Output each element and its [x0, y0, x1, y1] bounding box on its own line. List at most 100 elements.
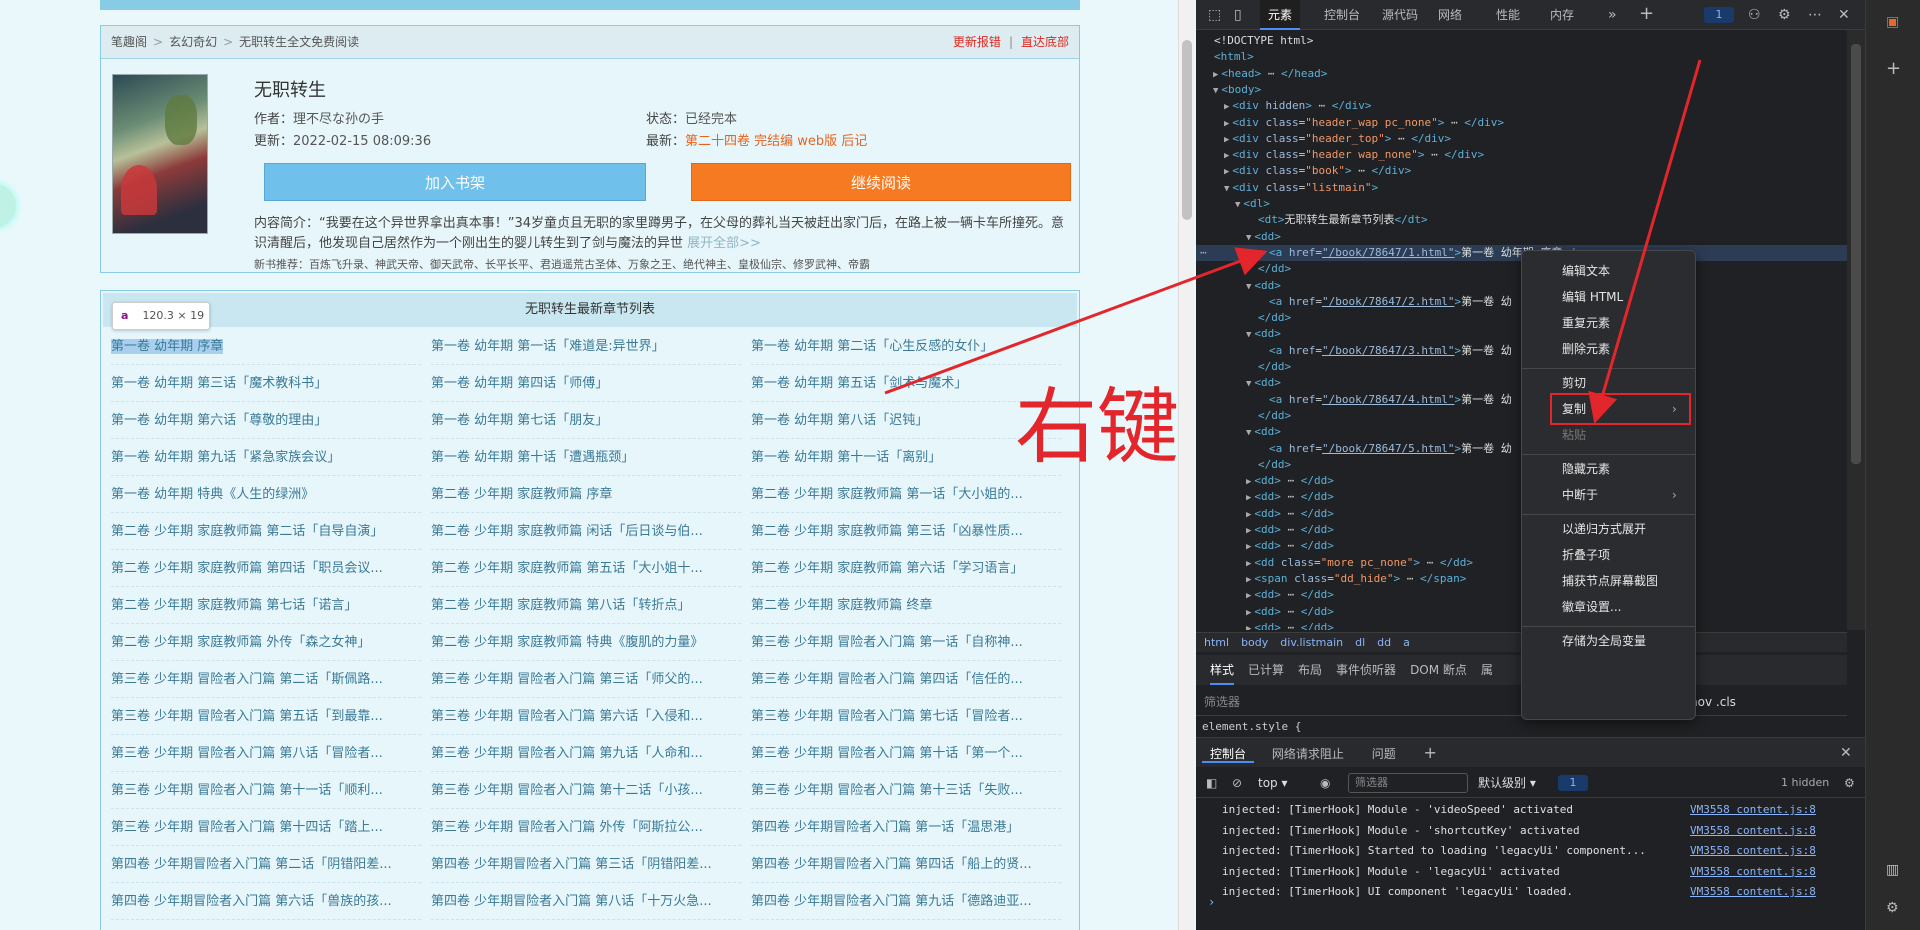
chapter-link[interactable]: 第四卷 少年期冒险者入门篇 第六话「兽族的孩...	[111, 883, 421, 920]
issues-badge[interactable]: 1	[1704, 7, 1734, 23]
chapter-link[interactable]: 第二卷 少年期 家庭教师篇 序章	[431, 476, 741, 513]
page-scrollbar[interactable]	[1178, 0, 1194, 930]
tab-console[interactable]: 控制台	[1324, 0, 1360, 30]
chapter-link[interactable]: 第二卷 少年期 家庭教师篇 第八话「转折点」	[431, 587, 741, 624]
inspect-element-icon[interactable]: ⬚	[1208, 7, 1221, 23]
chapter-link[interactable]: 第一卷 幼年期 第三话「魔术教科书」	[111, 365, 421, 402]
dom-node[interactable]: ▶ <div class="book"> ⋯ </div>	[1224, 163, 1411, 179]
context-menu-item[interactable]: 折叠子项	[1562, 545, 1610, 565]
dom-node[interactable]: ▼ <body>	[1213, 82, 1261, 98]
dom-node[interactable]: ▼ <div class="listmain">	[1224, 180, 1378, 196]
console-source-link[interactable]: VM3558 content.js:8	[1690, 862, 1816, 882]
expand-toggle-icon[interactable]: ▶	[1246, 624, 1251, 630]
sidebar-settings-icon[interactable]: ⚙	[1886, 900, 1899, 916]
dom-node[interactable]: ▶ <dd class="more pc_none"> ⋯ </dd>	[1246, 555, 1473, 571]
dom-node[interactable]: </dd>	[1258, 408, 1291, 424]
styles-tab[interactable]: DOM 断点	[1410, 663, 1467, 677]
context-select[interactable]: top ▾	[1258, 768, 1288, 798]
more-options-icon[interactable]: ⋯	[1808, 7, 1822, 23]
dom-node[interactable]: ▶ <dd> ⋯ </dd>	[1246, 620, 1334, 630]
chapter-link[interactable]: 第二卷 少年期 家庭教师篇 第二话「自导自演」	[111, 513, 421, 550]
chapter-link[interactable]: 第四卷 少年期冒险者入门篇 第九话「德路迪亚...	[751, 883, 1061, 920]
context-menu-item[interactable]: 存储为全局变量	[1562, 631, 1646, 651]
expand-toggle-icon[interactable]: ▼	[1224, 184, 1229, 194]
chapter-link[interactable]: 第一卷 幼年期 第七话「朋友」	[431, 402, 741, 439]
chapter-link[interactable]: 第三卷 少年期 冒险者入门篇 第十二话「小孩...	[431, 772, 741, 809]
context-menu-item[interactable]: 编辑文本	[1562, 261, 1610, 281]
dom-breadcrumb-item[interactable]: div.listmain	[1280, 636, 1343, 649]
expand-toggle-icon[interactable]: ▶	[1224, 119, 1229, 129]
context-menu-item[interactable]: 编辑 HTML	[1562, 287, 1623, 307]
context-menu-item[interactable]: 徽章设置...	[1562, 597, 1621, 617]
go-bottom-link[interactable]: 直达底部	[1021, 35, 1069, 49]
context-menu-item[interactable]: 重复元素	[1562, 313, 1610, 333]
chapter-link[interactable]: 第二卷 少年期 家庭教师篇 闲话「后日谈与伯...	[431, 513, 741, 550]
chapter-link[interactable]: 第一卷 幼年期 第九话「紧急家族会议」	[111, 439, 421, 476]
chapter-link[interactable]: 第二卷 少年期 家庭教师篇 第六话「学习语言」	[751, 550, 1061, 587]
expand-toggle-icon[interactable]: ▶	[1246, 608, 1251, 618]
chapter-link[interactable]: 第一卷 幼年期 第四话「师傅」	[431, 365, 741, 402]
context-menu-item[interactable]: 隐藏元素	[1562, 459, 1610, 479]
chapter-link[interactable]: 第三卷 少年期 冒险者入门篇 第三话「师父的...	[431, 661, 741, 698]
tab-sources[interactable]: 源代码	[1382, 0, 1418, 30]
dom-node[interactable]: ▶ <span class="dd_hide"> ⋯ </span>	[1246, 571, 1466, 587]
tab-network[interactable]: 网络	[1438, 0, 1462, 30]
dom-node[interactable]: ▶ <dd> ⋯ </dd>	[1246, 473, 1334, 489]
dom-node[interactable]: ▼ <dd>	[1246, 326, 1281, 342]
chapter-link[interactable]: 第一卷 幼年期 第十话「遭遇瓶颈」	[431, 439, 741, 476]
add-sidebar-app-icon[interactable]: +	[1886, 58, 1901, 79]
dom-node[interactable]: ▶ <div class="header_wap pc_none"> ⋯ </di…	[1224, 115, 1504, 131]
chapter-link[interactable]: 第三卷 少年期 冒险者入门篇 第十四话「踏上...	[111, 809, 421, 846]
close-devtools-icon[interactable]: ✕	[1838, 7, 1850, 23]
styles-tab[interactable]: 布局	[1298, 663, 1322, 677]
expand-toggle-icon[interactable]: ▼	[1213, 86, 1218, 96]
console-source-link[interactable]: VM3558 content.js:8	[1690, 841, 1816, 861]
settings-gear-icon[interactable]: ⚙	[1778, 7, 1791, 23]
dom-node[interactable]: ▼ <dd>	[1246, 375, 1281, 391]
dom-scrollbar[interactable]	[1847, 30, 1865, 630]
styles-tab[interactable]: 样式	[1210, 663, 1235, 685]
dom-breadcrumb-item[interactable]: a	[1403, 636, 1410, 649]
chapter-link[interactable]: 第二卷 少年期 家庭教师篇 第三话「凶暴性质...	[751, 513, 1061, 550]
expand-toggle-icon[interactable]: ▶	[1213, 70, 1218, 80]
chapter-link[interactable]: 第三卷 少年期 冒险者入门篇 第十话「第一个...	[751, 735, 1061, 772]
chapter-link[interactable]: 第三卷 少年期 冒险者入门篇 第九话「人命和...	[431, 735, 741, 772]
expand-toggle-icon[interactable]: ▶	[1246, 526, 1251, 536]
context-menu-item[interactable]: 捕获节点屏幕截图	[1562, 571, 1658, 591]
console-prompt-icon[interactable]: ›	[1208, 895, 1215, 909]
context-menu-item[interactable]: 复制 ›	[1562, 399, 1677, 419]
chapter-link[interactable]: 第三卷 少年期 冒险者入门篇 第十三话「失败...	[751, 772, 1061, 809]
chapter-link[interactable]: 第四卷 少年期冒险者入门篇 第四话「船上的贤...	[751, 846, 1061, 883]
dom-node[interactable]: </dd>	[1258, 310, 1291, 326]
breadcrumb-category[interactable]: 玄幻奇幻	[169, 35, 217, 49]
add-tab-icon[interactable]: +	[1639, 3, 1654, 24]
dom-node[interactable]: ▼ <dd>	[1246, 229, 1281, 245]
styles-tab[interactable]: 已计算	[1248, 663, 1284, 677]
floating-widget[interactable]	[0, 184, 16, 228]
chapter-link[interactable]: 第四卷 少年期冒险者入门篇 第三话「阴错阳差...	[431, 846, 741, 883]
drawer-tab-network-blocking[interactable]: 网络请求阻止	[1272, 747, 1344, 761]
clear-console-icon[interactable]: ⊘	[1232, 768, 1242, 798]
tab-elements[interactable]: 元素	[1260, 0, 1301, 30]
expand-toggle-icon[interactable]: ▼	[1246, 330, 1251, 340]
dom-node[interactable]: ▶ <dd> ⋯ </dd>	[1246, 538, 1334, 554]
expand-toggle-icon[interactable]: ▶	[1224, 135, 1229, 145]
chapter-link[interactable]: 第三卷 少年期 冒险者入门篇 第五话「到最靠...	[111, 698, 421, 735]
styles-tab[interactable]: 属	[1481, 663, 1493, 677]
close-drawer-icon[interactable]: ✕	[1840, 738, 1852, 768]
chapter-link[interactable]: 第二卷 少年期 家庭教师篇 第七话「诺言」	[111, 587, 421, 624]
expand-toggle-icon[interactable]: ▼	[1246, 428, 1251, 438]
chapter-link[interactable]: 第三卷 少年期 冒险者入门篇 第四话「信任的...	[751, 661, 1061, 698]
dom-node[interactable]: ▼ <dl>	[1235, 196, 1270, 212]
dom-breadcrumb-item[interactable]: html	[1204, 636, 1229, 649]
node-actions-icon[interactable]: ⋯	[1200, 245, 1207, 261]
dom-node[interactable]: ▶ <div hidden> ⋯ </div>	[1224, 98, 1372, 114]
console-source-link[interactable]: VM3558 content.js:8	[1690, 800, 1816, 820]
chapter-link[interactable]: 第二卷 少年期 家庭教师篇 特典《腹肌的力量》	[431, 624, 741, 661]
expand-toggle-icon[interactable]: ▶	[1224, 167, 1229, 177]
expand-toggle-icon[interactable]: ▶	[1224, 102, 1229, 112]
expand-toggle-icon[interactable]: ▶	[1246, 493, 1251, 503]
expand-toggle-icon[interactable]: ▼	[1246, 282, 1251, 292]
chapter-link[interactable]: 第二卷 少年期 家庭教师篇 第一话「大小姐的...	[751, 476, 1061, 513]
dom-breadcrumb-item[interactable]: dd	[1377, 636, 1391, 649]
